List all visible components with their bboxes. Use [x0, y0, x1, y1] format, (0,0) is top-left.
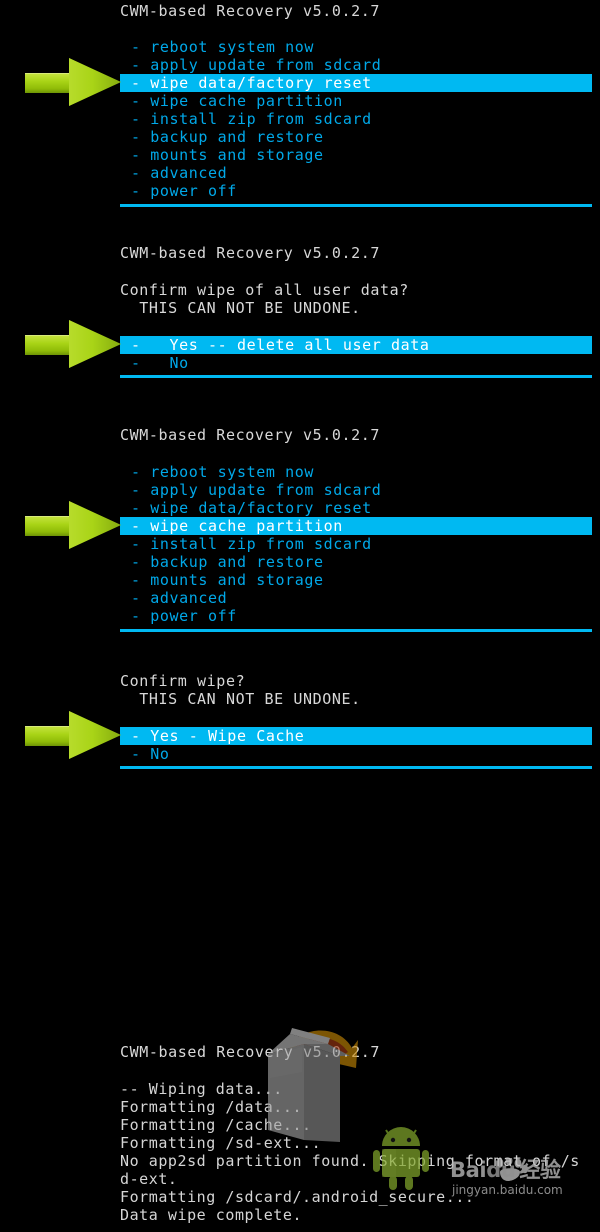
- menu-divider: [120, 375, 592, 378]
- menu-item-reboot-system-now[interactable]: - reboot system now: [120, 463, 592, 481]
- menu-item-wipe-cache-partition[interactable]: - wipe cache partition: [120, 517, 592, 535]
- menu-item-install-zip-from-sdcard[interactable]: - install zip from sdcard: [120, 110, 592, 128]
- log-line: Data wipe complete.: [120, 1206, 303, 1224]
- recovery-screen: CWM-based Recovery v5.0.2.7 - reboot sys…: [0, 0, 600, 1232]
- arrow-tail: [25, 335, 73, 355]
- annotation-arrow-wipe-data: [25, 58, 121, 106]
- confirm-warning: THIS CAN NOT BE UNDONE.: [120, 299, 361, 317]
- annotation-arrow-confirm-wipe-data: [25, 320, 121, 368]
- panel-title: CWM-based Recovery v5.0.2.7: [120, 244, 381, 262]
- menu-item-power-off[interactable]: - power off: [120, 607, 592, 625]
- menu-divider: [120, 629, 592, 632]
- confirm-option-yes-wipe-cache[interactable]: - Yes - Wipe Cache: [120, 727, 592, 745]
- log-line: Formatting /sdcard/.android_secure...: [120, 1188, 475, 1206]
- menu-item-apply-update-from-sdcard[interactable]: - apply update from sdcard: [120, 481, 592, 499]
- panel-title: CWM-based Recovery v5.0.2.7: [120, 426, 381, 444]
- confirm-prompt: Confirm wipe of all user data?: [120, 281, 409, 299]
- menu-item-advanced[interactable]: - advanced: [120, 164, 592, 182]
- arrow-tail: [25, 73, 73, 93]
- menu-divider: [120, 766, 592, 769]
- menu-item-backup-and-restore[interactable]: - backup and restore: [120, 128, 592, 146]
- confirm-option-no[interactable]: - No: [120, 354, 592, 372]
- confirm-option-yes-delete-all-user-data[interactable]: - Yes -- delete all user data: [120, 336, 592, 354]
- menu-item-mounts-and-storage[interactable]: - mounts and storage: [120, 571, 592, 589]
- log-line: Formatting /sd-ext...: [120, 1134, 322, 1152]
- panel-title: CWM-based Recovery v5.0.2.7: [120, 2, 381, 20]
- confirm-prompt: Confirm wipe?: [120, 672, 246, 690]
- arrow-tail: [25, 726, 73, 746]
- menu-item-backup-and-restore[interactable]: - backup and restore: [120, 553, 592, 571]
- log-line: Formatting /cache...: [120, 1116, 312, 1134]
- menu-item-wipe-cache-partition[interactable]: - wipe cache partition: [120, 92, 592, 110]
- menu-item-wipe-data-factory-reset[interactable]: - wipe data/factory reset: [120, 74, 592, 92]
- menu-item-reboot-system-now[interactable]: - reboot system now: [120, 38, 592, 56]
- log-line: Formatting /data...: [120, 1098, 303, 1116]
- log-line: -- Wiping data...: [120, 1080, 283, 1098]
- annotation-arrow-wipe-cache: [25, 501, 121, 549]
- menu-item-apply-update-from-sdcard[interactable]: - apply update from sdcard: [120, 56, 592, 74]
- confirm-option-no[interactable]: - No: [120, 745, 592, 763]
- menu-item-advanced[interactable]: - advanced: [120, 589, 592, 607]
- log-line: No app2sd partition found. Skipping form…: [120, 1152, 580, 1170]
- menu-item-mounts-and-storage[interactable]: - mounts and storage: [120, 146, 592, 164]
- log-line: d-ext.: [120, 1170, 178, 1188]
- menu-item-install-zip-from-sdcard[interactable]: - install zip from sdcard: [120, 535, 592, 553]
- annotation-arrow-confirm-wipe-cache: [25, 711, 121, 759]
- menu-item-power-off[interactable]: - power off: [120, 182, 592, 200]
- arrow-tail: [25, 516, 73, 536]
- confirm-warning: THIS CAN NOT BE UNDONE.: [120, 690, 361, 708]
- menu-divider: [120, 204, 592, 207]
- menu-item-wipe-data-factory-reset[interactable]: - wipe data/factory reset: [120, 499, 592, 517]
- panel-title: CWM-based Recovery v5.0.2.7: [120, 1043, 381, 1061]
